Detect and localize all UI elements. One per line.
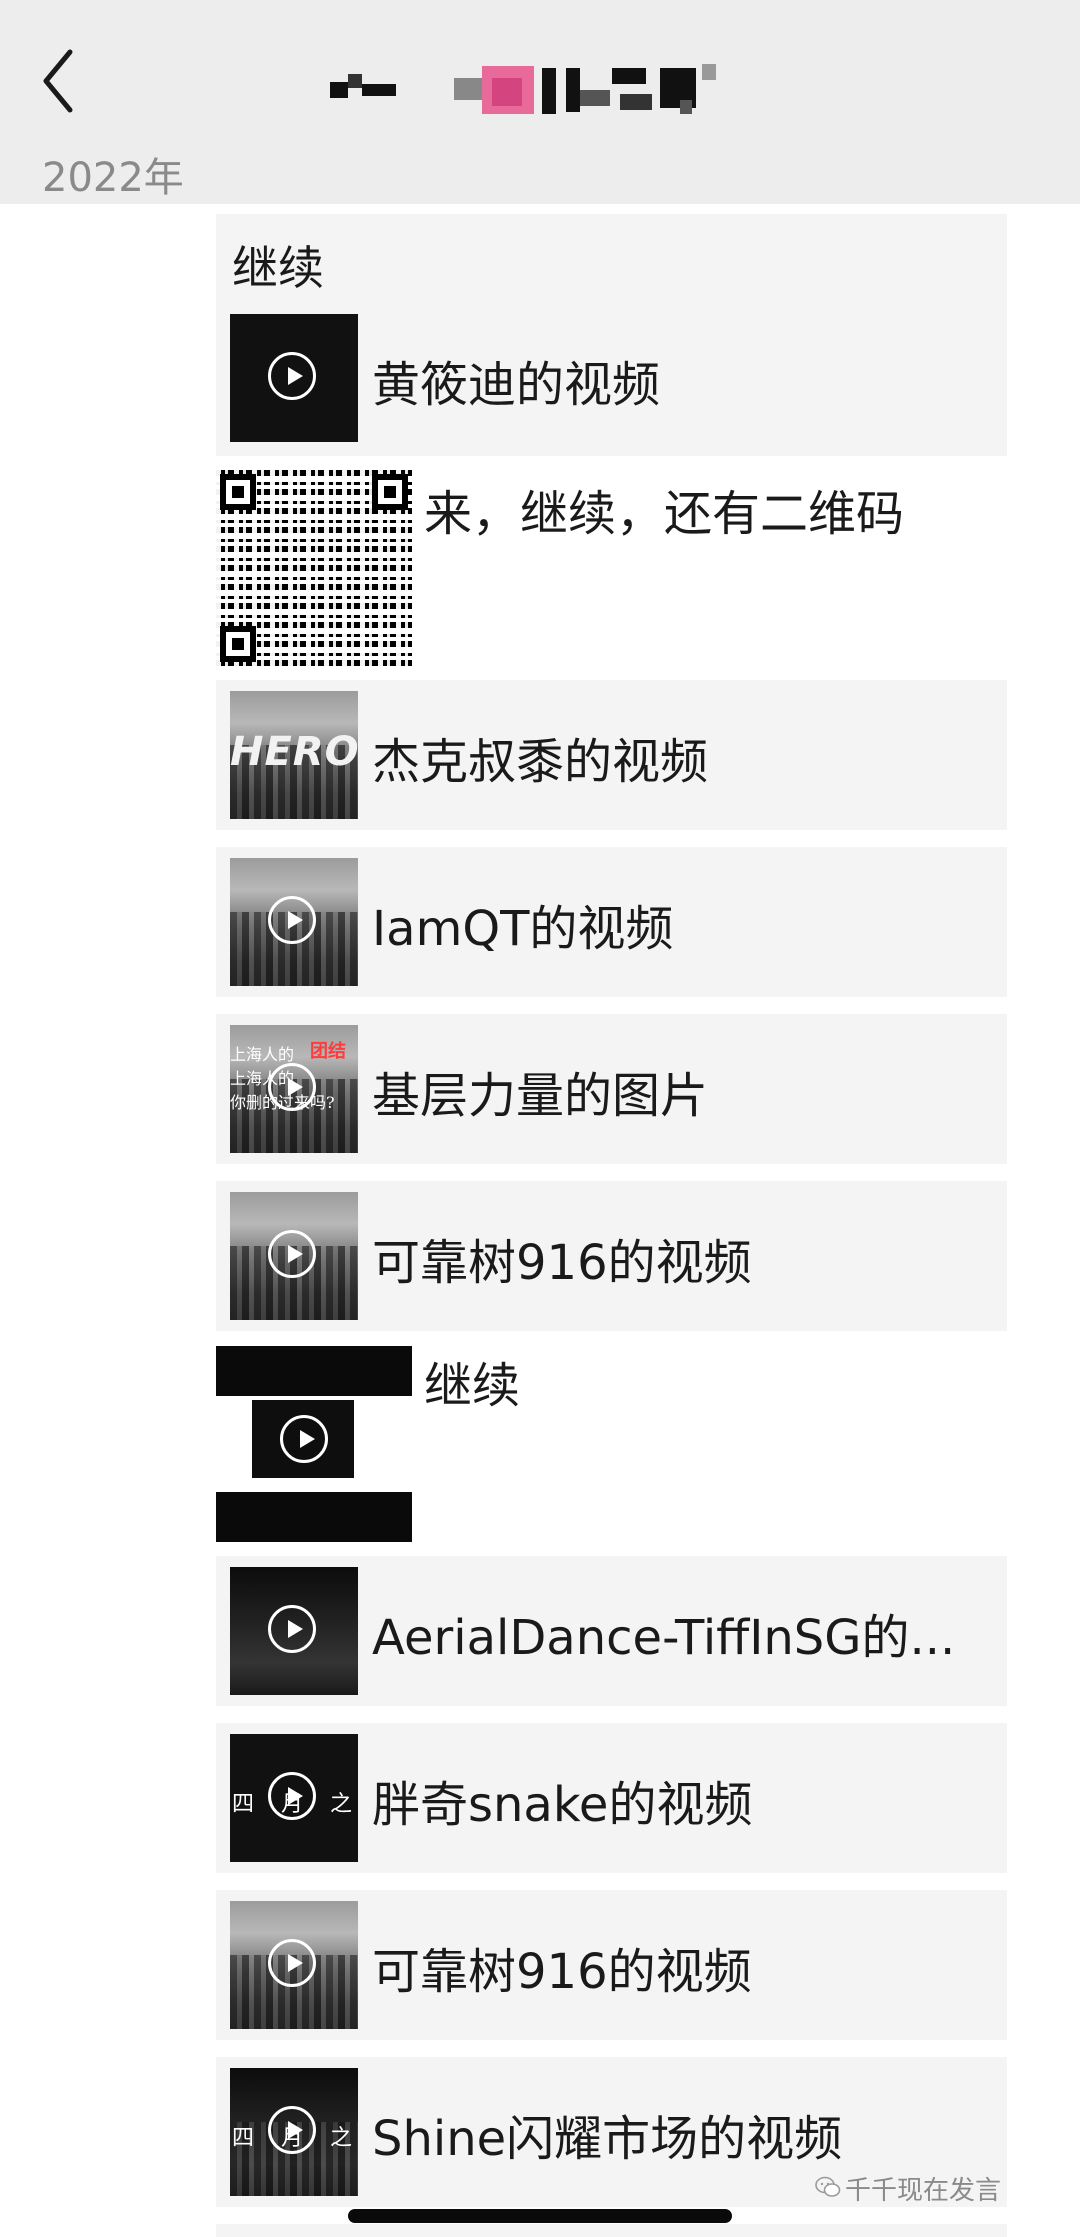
header-bar — [0, 0, 1080, 139]
video-title: 胖奇snake的视频 — [372, 1777, 753, 1833]
play-icon — [268, 1772, 316, 1820]
play-icon — [268, 896, 316, 944]
chevron-left-icon[interactable] — [34, 46, 84, 116]
video-title: IamQT的视频 — [372, 901, 674, 957]
message-label: 继续 — [232, 241, 324, 295]
play-icon — [280, 1415, 328, 1463]
video-thumbnail — [230, 858, 358, 986]
video-card[interactable]: IamQT的视频 — [216, 847, 1007, 997]
video-thumbnail — [230, 314, 358, 442]
video-thumbnail: 四 月 之 声 — [230, 2068, 358, 2196]
video-title: Shine闪耀市场的视频 — [372, 2111, 843, 2167]
video-card[interactable]: 可靠树916的视频 — [216, 1890, 1007, 2040]
play-icon — [268, 352, 316, 400]
watermark-text: 千千现在发言 — [845, 2176, 1002, 2206]
video-card[interactable]: 四 月 之 声 胖奇snake的视频 — [216, 1723, 1007, 1873]
play-icon — [268, 1605, 316, 1653]
video-title: 可靠树916的视频 — [372, 1235, 752, 1291]
video-thumbnail — [230, 1567, 358, 1695]
screenshot-image[interactable] — [216, 1346, 412, 1542]
partial-card — [216, 2224, 1007, 2237]
video-thumbnail — [230, 1192, 358, 1320]
video-title: 可靠树916的视频 — [372, 1944, 752, 2000]
video-title: 黄筱迪的视频 — [372, 357, 661, 413]
qr-code-image[interactable] — [216, 470, 412, 666]
video-thumbnail: HERO — [230, 691, 358, 819]
chat-record-card[interactable]: 继续 黄筱迪的视频 — [216, 214, 1007, 456]
video-card[interactable]: HERO 杰克叔黍的视频 — [216, 680, 1007, 830]
video-title: 杰克叔黍的视频 — [372, 734, 709, 790]
image-thumbnail: 上海人的 团结 上海人的 你删的过来吗? — [230, 1025, 358, 1153]
blurred-title — [330, 60, 770, 116]
thumb-overlay-line: 上海人的 — [230, 1045, 295, 1064]
home-indicator — [348, 2209, 732, 2223]
message-text: 继续 — [424, 1358, 521, 1414]
video-card[interactable]: AerialDance-TiffInSG的... — [216, 1556, 1007, 1706]
thumb-overlay-red: 团结 — [310, 1041, 346, 1062]
play-icon — [268, 2106, 316, 2154]
video-thumbnail — [230, 1901, 358, 2029]
wechat-icon — [815, 2176, 841, 2197]
play-icon — [268, 1939, 316, 1987]
play-icon — [268, 1230, 316, 1278]
video-card[interactable]: 可靠树916的视频 — [216, 1181, 1007, 1331]
date-group-label: 2022年 — [42, 155, 184, 201]
image-title: 基层力量的图片 — [372, 1068, 709, 1124]
message-text: 来，继续，还有二维码 — [424, 486, 905, 542]
video-title: AerialDance-TiffInSG的... — [372, 1610, 956, 1666]
image-card[interactable]: 上海人的 团结 上海人的 你删的过来吗? 基层力量的图片 — [216, 1014, 1007, 1164]
hero-overlay-text: HERO — [230, 729, 358, 775]
play-icon — [268, 1063, 316, 1111]
video-thumbnail: 四 月 之 声 — [230, 1734, 358, 1862]
